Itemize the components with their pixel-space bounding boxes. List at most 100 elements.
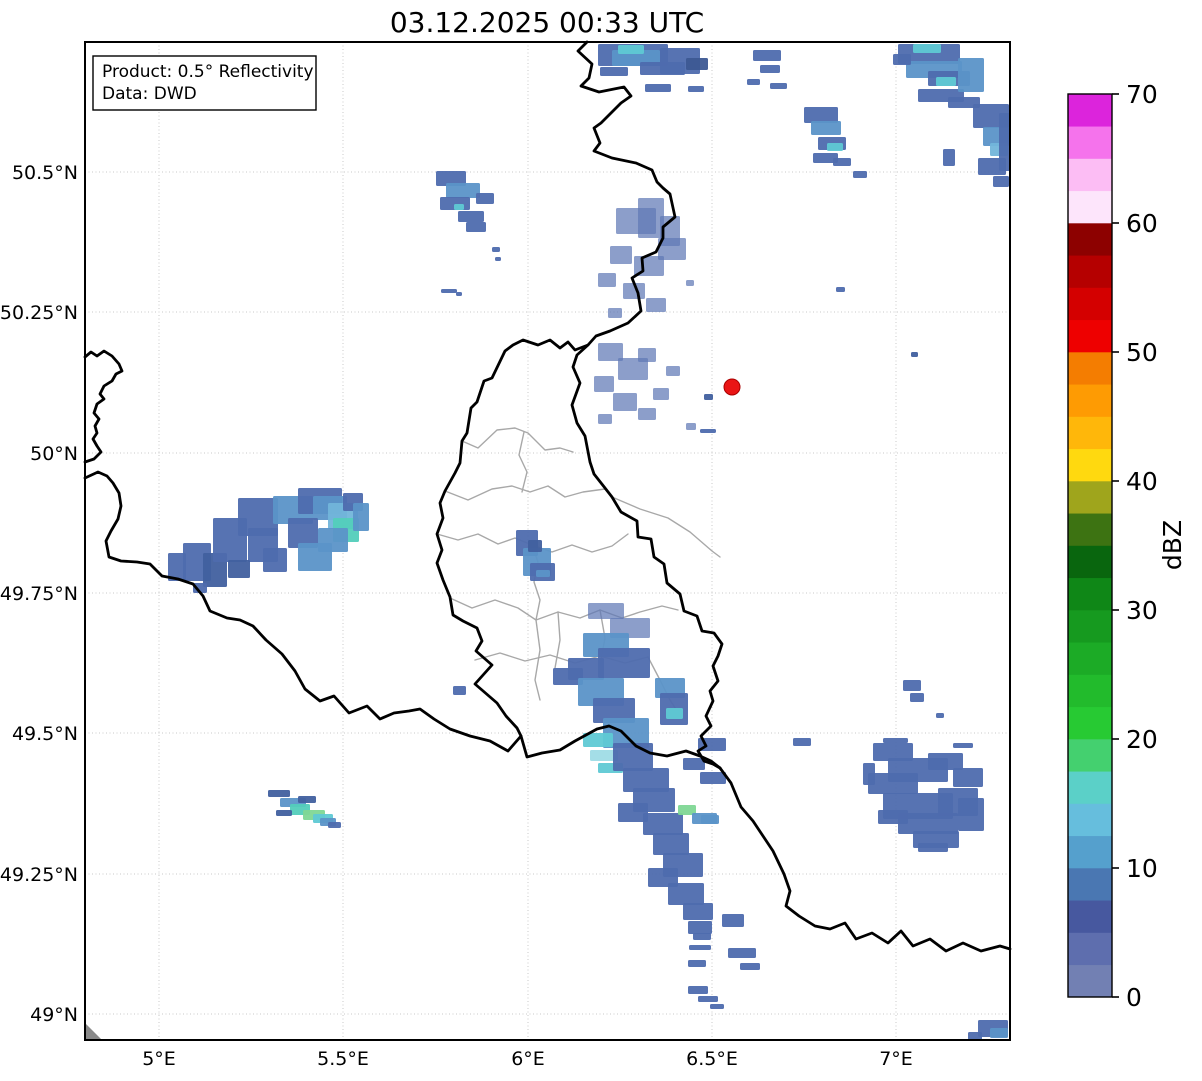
radar-echo-cell xyxy=(770,83,787,89)
radar-echo-cell xyxy=(953,743,973,748)
colorbar-segment xyxy=(1068,352,1112,385)
radar-echo-cell xyxy=(454,204,464,210)
radar-echo-cell xyxy=(608,308,622,318)
radar-echo-cell xyxy=(936,77,956,86)
radar-echo-cell xyxy=(645,84,671,92)
radar-echo-cell xyxy=(446,183,480,198)
radar-echo-cell xyxy=(646,298,666,312)
radar-echo-cell xyxy=(653,388,669,400)
radar-echo-cell xyxy=(453,686,466,695)
weather-radar-figure: 03.12.2025 00:33 UTC Product: 0.5° Refle… xyxy=(0,0,1202,1081)
colorbar-segment xyxy=(1068,932,1112,965)
radar-echo-cell xyxy=(594,376,614,392)
radar-echo-cell xyxy=(863,763,875,785)
radar-echo-cell xyxy=(688,921,712,934)
radar-echo-cell xyxy=(598,648,650,678)
radar-echo-cell xyxy=(263,548,287,572)
radar-echo-cell xyxy=(990,1028,1008,1038)
radar-echo-cell xyxy=(456,292,462,296)
radar-echo-cell xyxy=(700,429,716,433)
colorbar-segment xyxy=(1068,223,1112,256)
colorbar-segment xyxy=(1068,706,1112,739)
colorbar-tick-label: 10 xyxy=(1126,854,1158,883)
radar-echo-cell xyxy=(918,843,948,852)
product-label: Product: 0.5° Reflectivity xyxy=(102,62,314,82)
product-info-box: Product: 0.5° Reflectivity Data: DWD xyxy=(93,56,316,110)
radar-echo-cell xyxy=(893,54,911,65)
colorbar-segment xyxy=(1068,577,1112,610)
radar-echo-cell xyxy=(613,743,653,771)
radar-echo-cell xyxy=(760,65,780,73)
radar-echo-cell xyxy=(878,810,908,824)
radar-echo-cell xyxy=(928,753,963,770)
y-axis-tick-labels: 50.5°N50.25°N50°N49.75°N49.5°N49.25°N49°… xyxy=(0,162,78,1026)
colorbar-segment xyxy=(1068,94,1112,127)
colorbar-segment xyxy=(1068,771,1112,804)
radar-echo-cell xyxy=(688,86,704,92)
radar-echo-cell xyxy=(993,176,1009,187)
y-tick-label: 50°N xyxy=(30,443,78,465)
radar-echo-cell xyxy=(968,1032,982,1040)
colorbar-segment xyxy=(1068,448,1112,481)
radar-echo-cell xyxy=(495,257,501,261)
radar-echo-cell xyxy=(903,680,921,691)
radar-echo-cell xyxy=(883,738,908,743)
colorbar-segment xyxy=(1068,674,1112,707)
x-tick-label: 5.5°E xyxy=(317,1048,369,1070)
colorbar-segment xyxy=(1068,513,1112,546)
y-tick-label: 49.75°N xyxy=(0,583,78,605)
colorbar-segment xyxy=(1068,287,1112,320)
radar-echo-cell xyxy=(666,366,680,376)
radar-echo-cell xyxy=(492,247,500,252)
radar-echo-cell xyxy=(701,815,719,824)
radar-echo-cell xyxy=(613,393,637,411)
radar-echo-cell xyxy=(833,158,851,166)
colorbar-tick-labels: 010203040506070 xyxy=(1112,80,1158,1012)
radar-echo-cell xyxy=(836,287,845,292)
colorbar-segment xyxy=(1068,642,1112,675)
colorbar-tick-label: 50 xyxy=(1126,338,1158,367)
x-tick-label: 5°E xyxy=(142,1048,176,1070)
colorbar-tick-label: 30 xyxy=(1126,596,1158,625)
radar-echo-cell xyxy=(688,986,708,994)
radar-echo-cell xyxy=(268,790,290,797)
radar-echo-cell xyxy=(999,113,1010,171)
colorbar-segment xyxy=(1068,158,1112,191)
radar-echo-cell xyxy=(868,773,918,794)
y-tick-label: 50.25°N xyxy=(0,302,78,324)
radar-echo-cell xyxy=(722,914,744,927)
radar-echo-cell xyxy=(958,58,984,92)
radar-echo-cell xyxy=(618,45,644,54)
radar-echo-cell xyxy=(686,58,708,70)
radar-echo-cell xyxy=(740,963,760,970)
radar-echo-cell xyxy=(913,44,941,53)
colorbar-segment xyxy=(1068,610,1112,643)
radar-echo-cell xyxy=(689,945,711,950)
radar-echo-cell xyxy=(653,833,689,855)
radar-echo-cell xyxy=(827,143,843,151)
x-tick-label: 6°E xyxy=(511,1048,545,1070)
colorbar-segment xyxy=(1068,384,1112,417)
radar-echo-cell xyxy=(536,570,550,577)
radar-echo-cell xyxy=(936,713,944,718)
radar-echo-cell xyxy=(528,540,542,552)
radar-map-canvas: 03.12.2025 00:33 UTC Product: 0.5° Refle… xyxy=(0,0,1202,1081)
radar-echo-cell xyxy=(698,996,718,1002)
colorbar-segment xyxy=(1068,255,1112,288)
radar-echo-cell xyxy=(228,560,250,578)
radar-echo-cell xyxy=(353,503,369,531)
radar-echo-cell xyxy=(466,222,486,232)
figure-title: 03.12.2025 00:33 UTC xyxy=(390,6,704,39)
radar-echo-cell xyxy=(728,948,756,958)
radar-echo-cell xyxy=(298,796,316,803)
radar-echo-cell xyxy=(441,289,457,293)
colorbar-segment xyxy=(1068,126,1112,159)
colorbar-segment xyxy=(1068,900,1112,933)
radar-echo-cell xyxy=(276,810,292,816)
radar-echo-cell xyxy=(693,933,711,940)
radar-echo-cell xyxy=(753,50,781,61)
colorbar-segment xyxy=(1068,416,1112,449)
radar-echo-cell xyxy=(953,768,983,787)
radar-echo-cell xyxy=(804,107,838,123)
y-tick-label: 49.5°N xyxy=(12,723,78,745)
